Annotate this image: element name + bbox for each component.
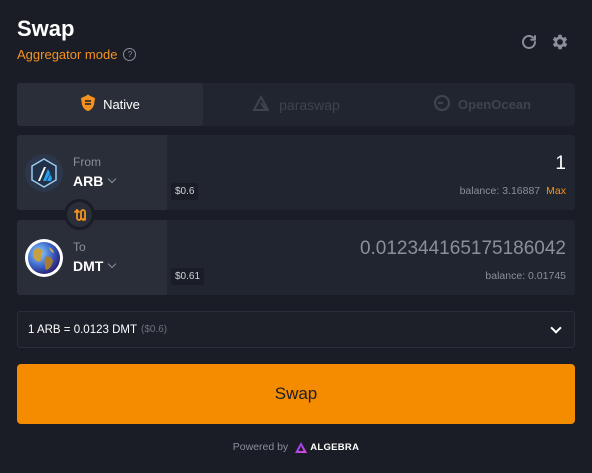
from-label: From [73,155,101,169]
switch-tokens-button[interactable] [64,199,95,230]
from-balance-text: balance: 3.16887 [459,185,541,197]
rate-text: 1 ARB = 0.0123 DMT [28,323,137,336]
to-label: To [73,240,86,254]
aggregator-tabs: Native paraswap OpenOcean [17,83,575,126]
algebra-brand-text: ALGEBRA [310,441,360,453]
from-balance: balance: 3.16887 Max [460,185,566,197]
from-token-selector[interactable]: From ARB [17,135,167,210]
to-usd-value: $0.61 [171,268,205,285]
to-symbol-text: DMT [73,258,104,274]
to-balance: balance: 0.01745 [485,270,566,282]
tab-label: Native [103,97,140,112]
max-button[interactable]: Max [546,185,566,197]
page-title: Swap [17,16,75,41]
openocean-icon [433,94,451,115]
chevron-down-icon [108,174,117,184]
aggregator-mode-label: Aggregator mode [17,47,118,62]
arbitrum-logo-icon [25,154,63,192]
from-token-symbol: ARB [73,173,117,189]
help-circle-icon[interactable]: ? [123,48,137,61]
tab-paraswap[interactable]: paraswap [203,83,389,126]
tab-label: paraswap [279,96,340,113]
algebra-logo[interactable]: ALGEBRA [295,441,360,453]
paraswap-icon [252,94,272,114]
to-token-symbol: DMT [73,258,117,274]
to-amount-output: 0.012344165175186042 [359,238,566,259]
switch-arrows-icon [67,202,92,227]
algebra-triangle-icon [295,441,308,453]
chevron-down-icon [108,259,117,269]
exchange-rate-row[interactable]: 1 ARB = 0.0123 DMT ($0.6) [17,311,575,348]
tab-openocean[interactable]: OpenOcean [389,83,575,126]
from-amount-input[interactable]: 1 [555,153,566,175]
to-token-selector[interactable]: To DMT [17,220,167,295]
from-usd-value: $0.6 [171,183,199,200]
to-panel: To DMT $0.61 0.012344165175186042 balanc… [17,220,575,295]
tab-label: OpenOcean [458,97,531,112]
from-panel: From ARB $0.6 1 balance: 3.16887 Max [17,135,575,210]
chevron-down-icon [550,321,562,334]
refresh-icon[interactable] [518,31,540,53]
gear-icon[interactable] [549,31,571,53]
swap-button[interactable]: Swap [17,364,575,424]
native-shield-icon [80,94,96,115]
powered-by: Powered by ALGEBRA [0,441,592,453]
rate-usd: ($0.6) [141,324,168,335]
dmt-globe-logo-icon [25,239,63,277]
aggregator-mode: Aggregator mode ? [17,47,137,62]
tab-native[interactable]: Native [17,83,203,126]
powered-by-text: Powered by [232,441,289,453]
from-symbol-text: ARB [73,173,104,189]
